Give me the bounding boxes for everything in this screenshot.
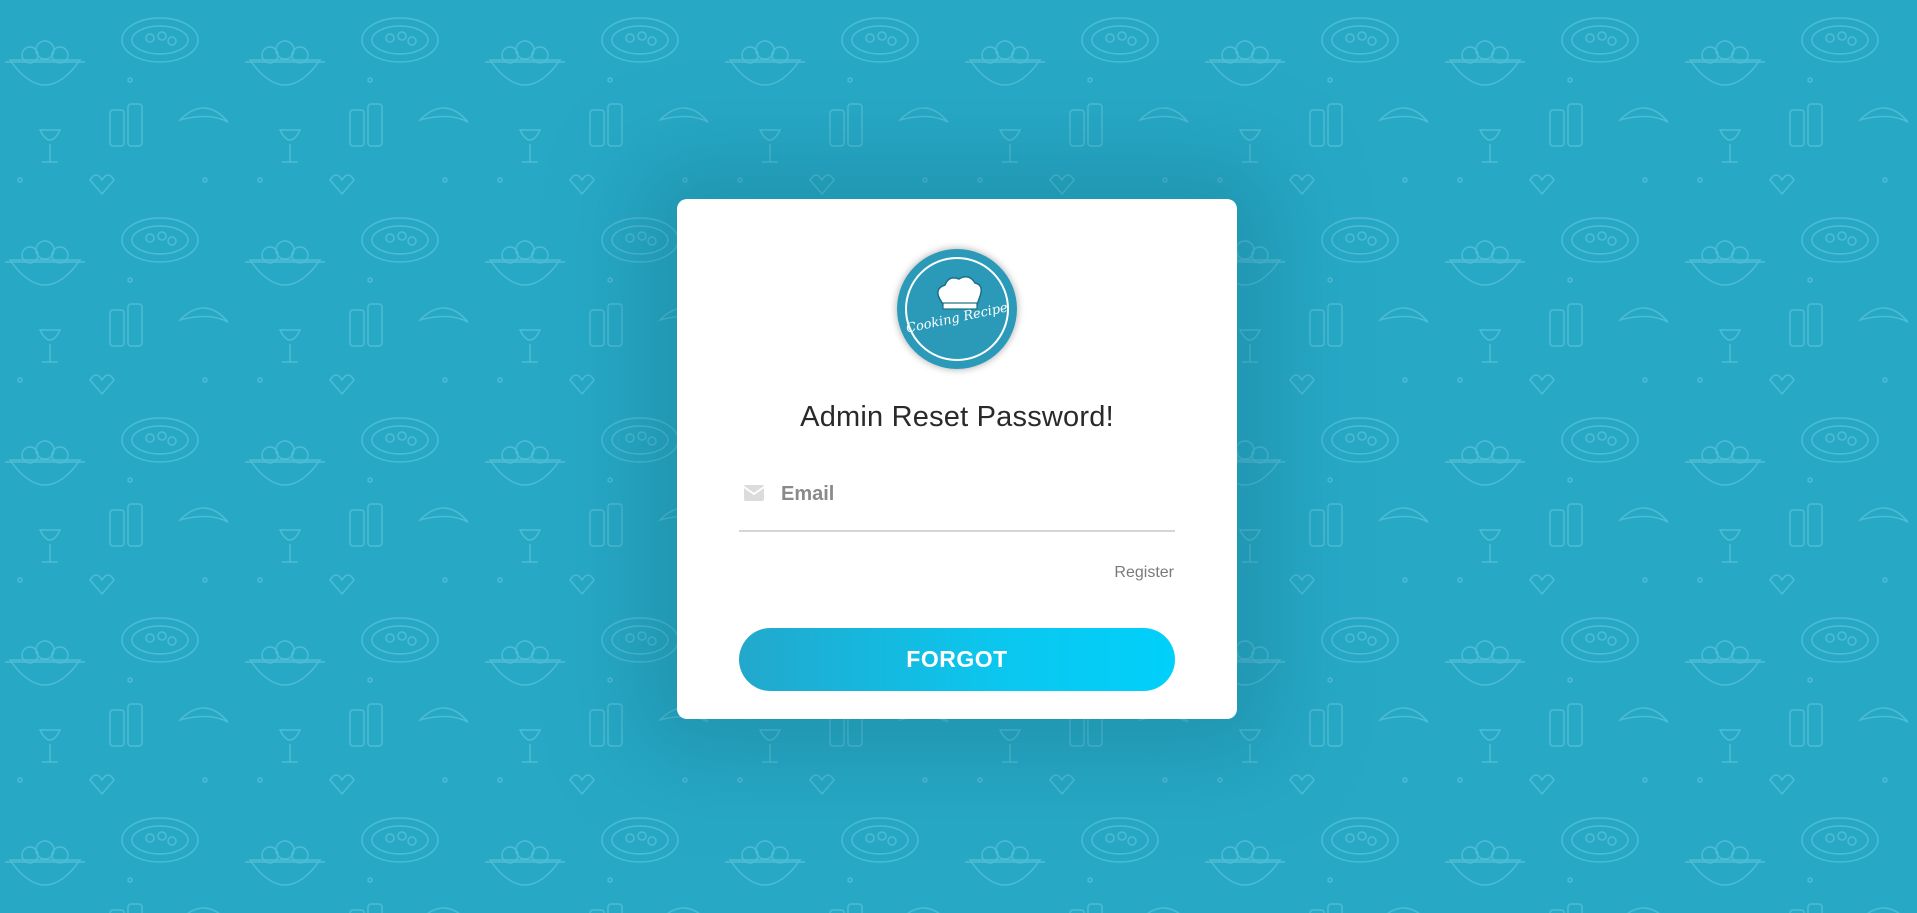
forgot-button[interactable]: FORGOT [739, 628, 1175, 691]
register-link[interactable]: Register [1114, 564, 1174, 582]
email-input[interactable] [781, 479, 1161, 509]
page-title: Admin Reset Password! [800, 401, 1114, 433]
cooking-recipe-logo: Cooking Recipe [897, 249, 1017, 369]
email-field [739, 469, 1175, 532]
envelope-icon [744, 485, 764, 501]
reset-password-card: Cooking Recipe Admin Reset Password! Reg… [677, 199, 1237, 719]
